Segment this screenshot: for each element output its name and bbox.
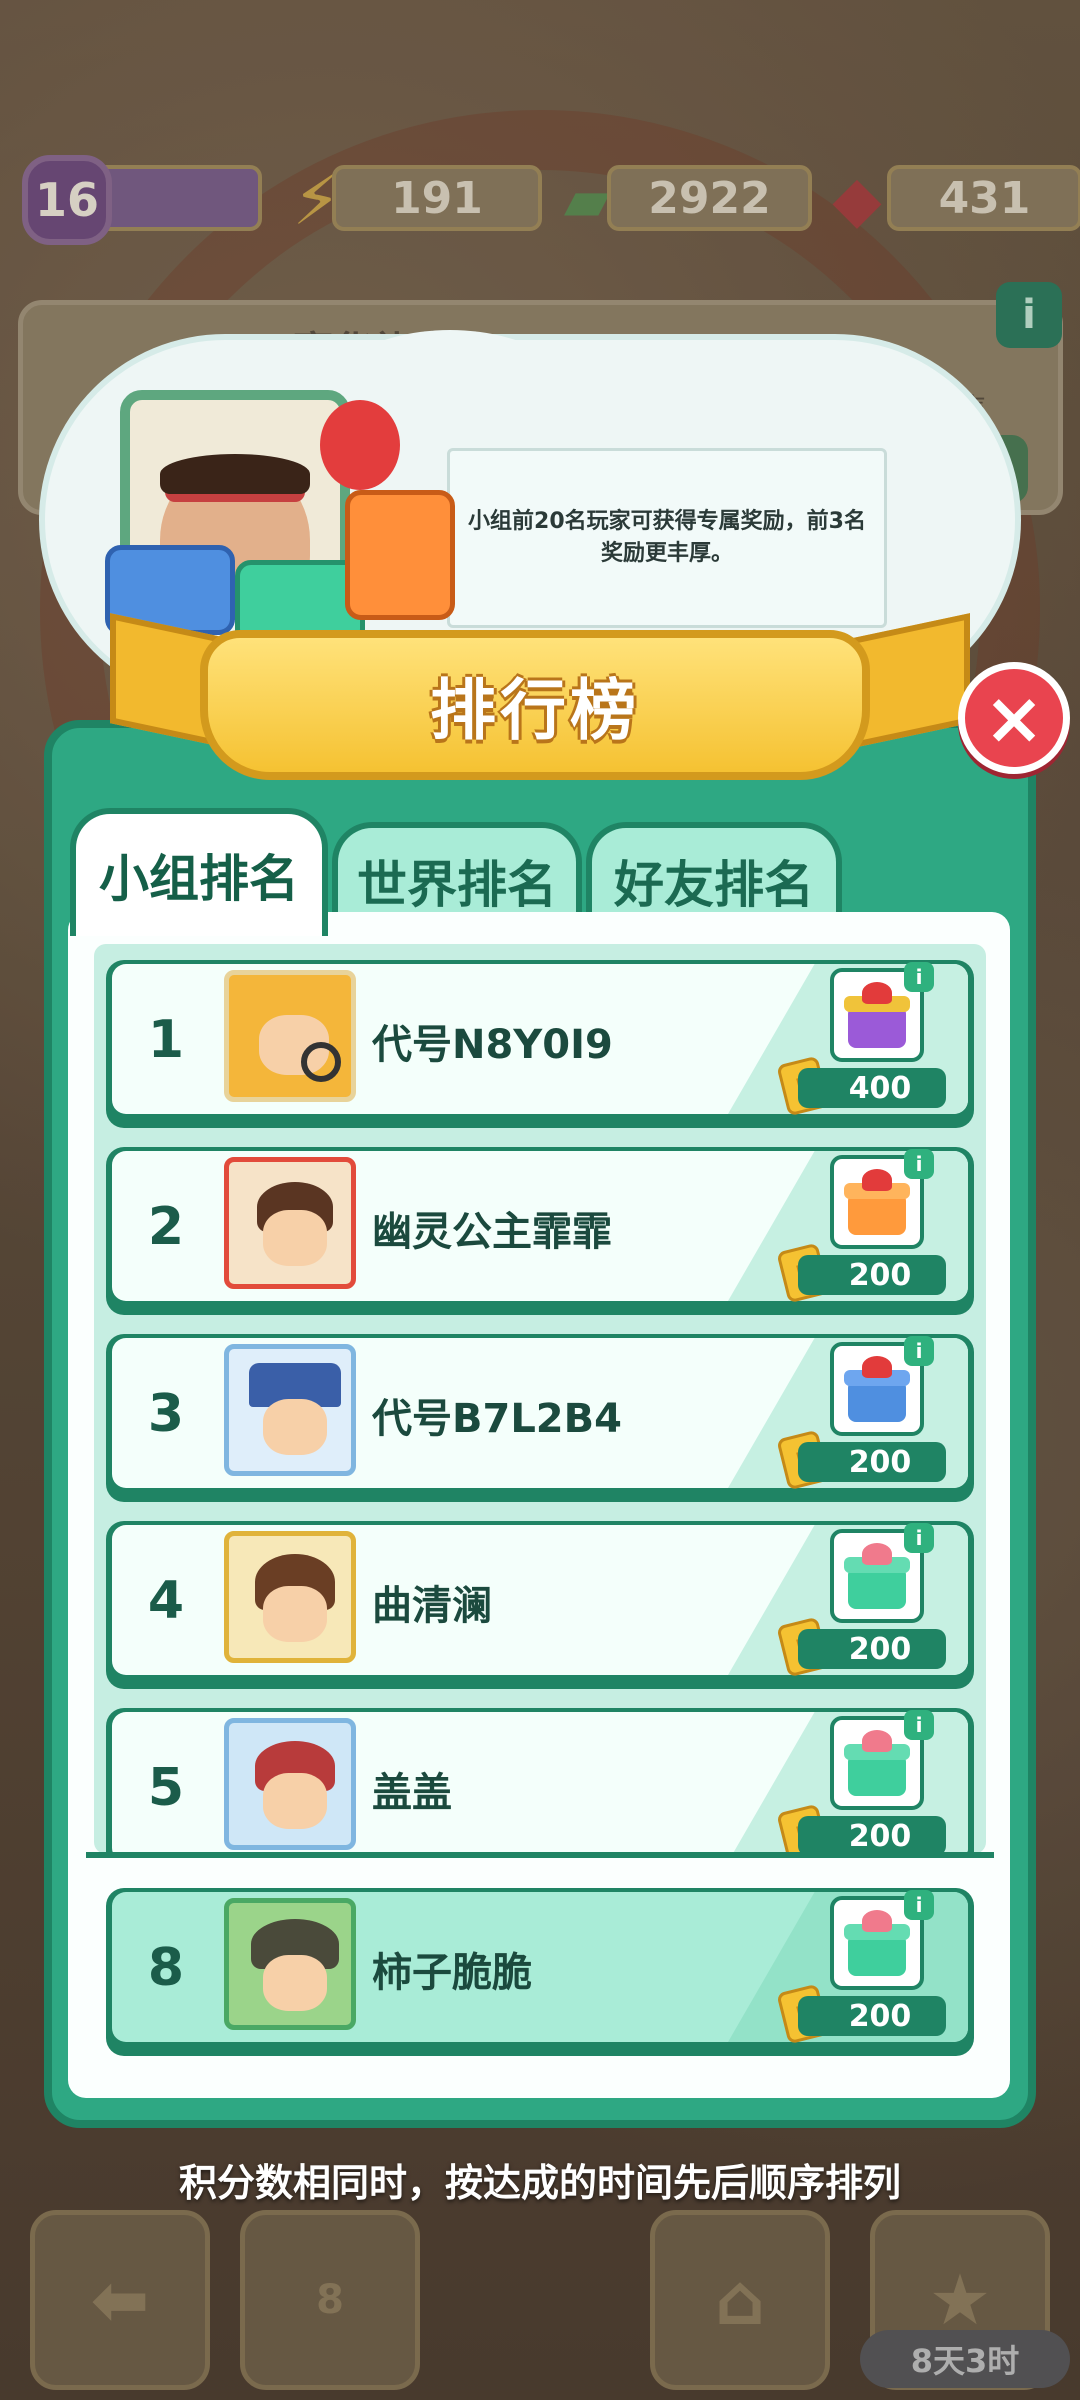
info-icon[interactable]: i — [904, 1336, 934, 1366]
orange-gift-icon — [345, 490, 455, 620]
points-value: 200 — [798, 1442, 946, 1482]
player-name: 曲清澜 — [372, 1583, 492, 1629]
leaderboard-tabs: 小组排名 世界排名 好友排名 — [70, 808, 870, 936]
info-icon[interactable]: i — [904, 1710, 934, 1740]
blue-gift-icon — [844, 1356, 910, 1422]
ranking-row[interactable]: 4 曲清澜 i ▮ 200 — [106, 1521, 974, 1689]
player-name: 代号N8Y0I9 — [372, 1022, 613, 1068]
reward-tooltip: 小组前20名玩家可获得专属奖励，前3名奖励更丰厚。 — [447, 448, 887, 628]
rank-number: 8 — [147, 1938, 185, 1998]
leaderboard-title: 排行榜 — [430, 672, 640, 749]
info-icon[interactable]: i — [904, 1149, 934, 1179]
ranking-list[interactable]: 1 代号N8Y0I9 i ▮ 400 2 幽灵公主霏霏 i — [94, 944, 986, 1854]
rank-number: 4 — [147, 1571, 185, 1631]
list-divider — [86, 1852, 994, 1858]
player-name: 代号B7L2B4 — [372, 1396, 622, 1442]
player-name: 柿子脆脆 — [372, 1950, 532, 1996]
points-value: 200 — [798, 1255, 946, 1295]
points-value: 200 — [798, 1629, 946, 1669]
player-avatar[interactable] — [224, 1718, 356, 1850]
player-avatar[interactable] — [224, 1531, 356, 1663]
rank-number: 3 — [147, 1384, 185, 1444]
tooltip-text: 小组前20名玩家可获得专属奖励，前3名奖励更丰厚。 — [468, 509, 866, 566]
green-gift-icon — [844, 1543, 910, 1609]
player-name: 盖盖 — [372, 1770, 452, 1816]
ranking-row[interactable]: 1 代号N8Y0I9 i ▮ 400 — [106, 960, 974, 1128]
purple-gift-icon — [844, 982, 910, 1048]
points-value: 400 — [798, 1068, 946, 1108]
player-avatar[interactable] — [224, 1157, 356, 1289]
ranking-row[interactable]: 5 盖盖 i ▮ 200 — [106, 1708, 974, 1854]
green-gift-icon — [844, 1910, 910, 1976]
info-icon[interactable]: i — [904, 962, 934, 992]
player-avatar[interactable] — [224, 1344, 356, 1476]
player-name: 幽灵公主霏霏 — [372, 1209, 612, 1255]
ranking-row[interactable]: 2 幽灵公主霏霏 i ▮ 200 — [106, 1147, 974, 1315]
my-ranking-row[interactable]: 8 柿子脆脆 i ▮ 200 — [106, 1888, 974, 2056]
info-icon[interactable]: i — [904, 1890, 934, 1920]
points-value: 200 — [798, 1816, 946, 1854]
green-gift-icon — [844, 1730, 910, 1796]
close-icon: × — [983, 676, 1045, 760]
ranking-row[interactable]: 3 代号B7L2B4 i ▮ 200 — [106, 1334, 974, 1502]
rank-number: 1 — [147, 1010, 185, 1070]
bow-icon — [320, 400, 400, 490]
rank-number: 5 — [147, 1758, 185, 1818]
points-value: 200 — [798, 1996, 946, 2036]
player-avatar[interactable] — [224, 970, 356, 1102]
close-button[interactable]: × — [958, 662, 1070, 774]
title-ribbon: 排行榜 — [200, 630, 870, 780]
tab-group-ranking[interactable]: 小组排名 — [70, 808, 328, 936]
ranking-rule-note: 积分数相同时，按达成的时间先后顺序排列 — [178, 2161, 901, 2205]
info-icon[interactable]: i — [904, 1523, 934, 1553]
orange-gift-icon — [844, 1169, 910, 1235]
player-avatar[interactable] — [224, 1898, 356, 2030]
rank-number: 2 — [147, 1197, 185, 1257]
